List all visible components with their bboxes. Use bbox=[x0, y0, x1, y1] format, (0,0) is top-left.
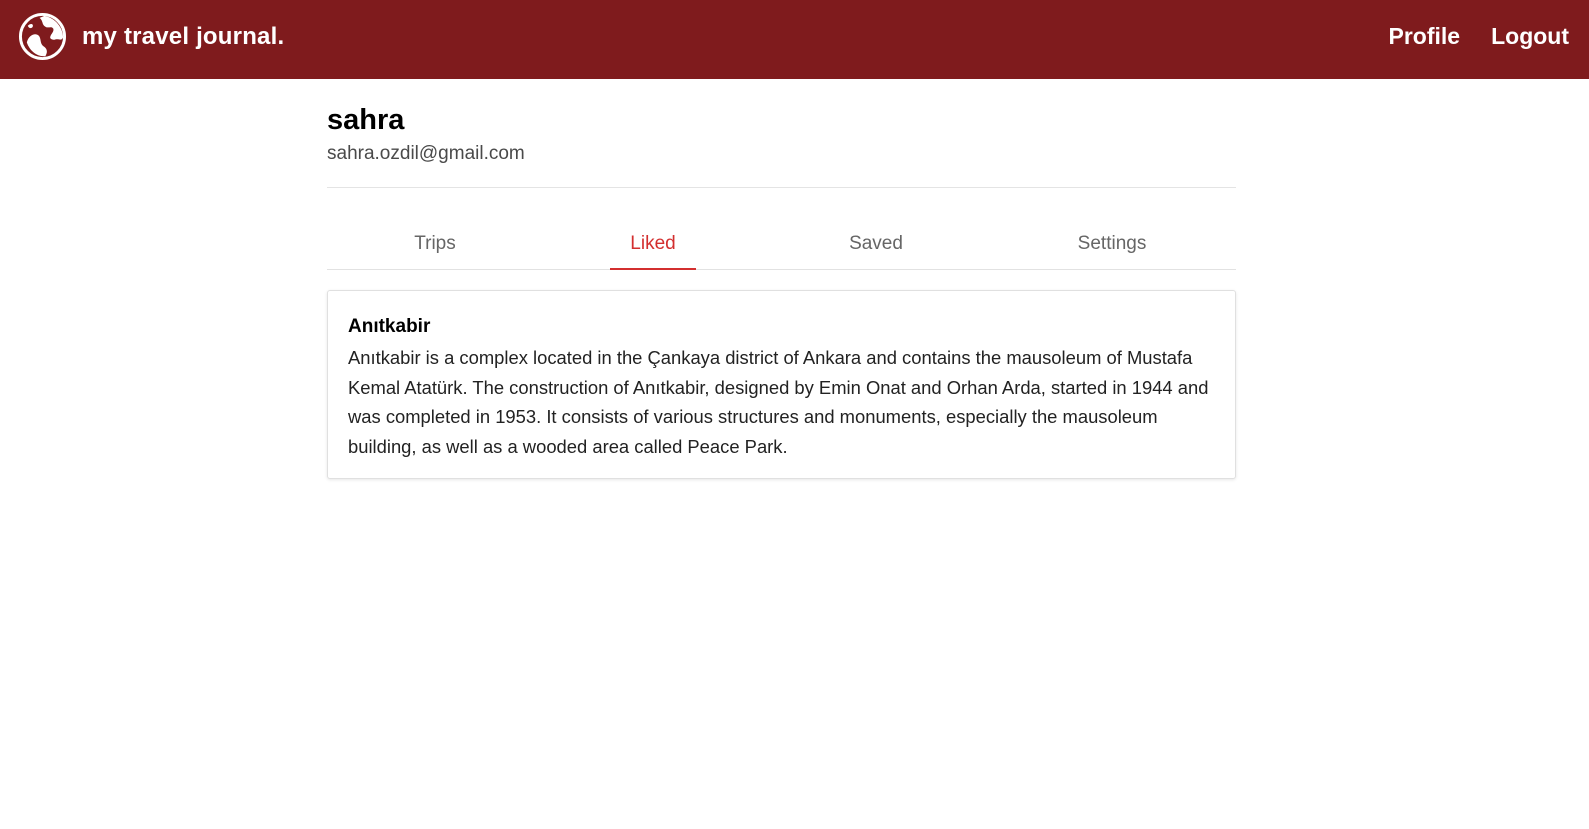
liked-item-card[interactable]: Anıtkabir Anıtkabir is a complex located… bbox=[327, 290, 1236, 479]
top-navbar: my travel journal. Profile Logout bbox=[0, 0, 1589, 79]
tab-liked[interactable]: Liked bbox=[610, 227, 696, 270]
profile-link[interactable]: Profile bbox=[1389, 20, 1461, 52]
header-nav: Profile Logout bbox=[1389, 20, 1569, 52]
liked-item-title: Anıtkabir bbox=[348, 316, 431, 337]
tab-trips[interactable]: Trips bbox=[373, 227, 497, 270]
logout-link[interactable]: Logout bbox=[1491, 20, 1569, 52]
brand-title: my travel journal. bbox=[82, 23, 285, 50]
profile-email: sahra.ozdil@gmail.com bbox=[327, 143, 525, 164]
profile-username: sahra bbox=[327, 104, 405, 136]
profile-tabs: Trips Liked Saved Settings bbox=[327, 227, 1236, 270]
tab-saved[interactable]: Saved bbox=[819, 227, 933, 270]
brand-link[interactable]: my travel journal. bbox=[18, 12, 284, 61]
tab-settings[interactable]: Settings bbox=[1047, 227, 1177, 270]
globe-icon bbox=[18, 12, 67, 61]
profile-divider bbox=[327, 187, 1236, 188]
liked-item-description: Anıtkabir is a complex located in the Ça… bbox=[348, 347, 1209, 457]
